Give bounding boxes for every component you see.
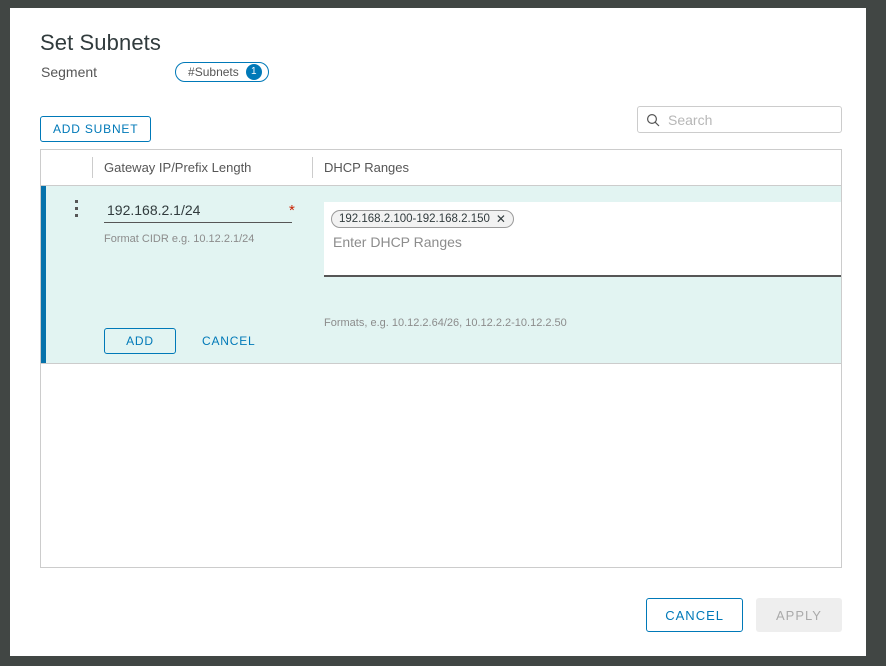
search-icon (646, 113, 660, 127)
row-action-buttons: ADD CANCEL (104, 328, 261, 354)
table-header-row: Gateway IP/Prefix Length DHCP Ranges (41, 150, 841, 186)
row-add-button[interactable]: ADD (104, 328, 176, 354)
desktop-background: Set Subnets Segment #Subnets 1 ADD SUBNE… (0, 0, 886, 666)
column-divider (92, 157, 93, 178)
segment-row: Segment #Subnets 1 (41, 62, 269, 82)
subnets-count-badge: 1 (245, 64, 262, 80)
row-cancel-button[interactable]: CANCEL (196, 333, 261, 349)
dialog-body: Set Subnets Segment #Subnets 1 ADD SUBNE… (10, 8, 866, 656)
subnets-table: Gateway IP/Prefix Length DHCP Ranges * F… (40, 149, 842, 568)
column-header-gateway: Gateway IP/Prefix Length (104, 160, 252, 175)
page-title: Set Subnets (40, 30, 161, 55)
search-input[interactable] (666, 110, 830, 129)
subnets-badge-pill[interactable]: #Subnets 1 (175, 62, 269, 82)
apply-button: APPLY (756, 598, 842, 632)
subnets-pill-label: #Subnets (188, 65, 239, 79)
table-row-editing: * Format CIDR e.g. 10.12.2.1/24 192.168.… (41, 186, 841, 364)
dhcp-range-chip[interactable]: 192.168.2.100-192.168.2.150 ✕ (331, 210, 514, 228)
set-subnets-dialog: Set Subnets Segment #Subnets 1 ADD SUBNE… (10, 8, 866, 656)
segment-label: Segment (41, 64, 98, 80)
kebab-menu-icon[interactable] (69, 200, 83, 221)
cancel-button[interactable]: CANCEL (646, 598, 743, 632)
add-subnet-button[interactable]: ADD SUBNET (40, 116, 152, 142)
dialog-footer: CANCEL APPLY (646, 598, 842, 632)
search-box[interactable] (637, 106, 842, 133)
gateway-hint-text: Format CIDR e.g. 10.12.2.1/24 (104, 233, 255, 245)
column-divider (312, 157, 313, 178)
required-marker: * (289, 202, 295, 219)
row-selection-accent (41, 186, 46, 363)
dhcp-hint-text: Formats, e.g. 10.12.2.64/26, 10.12.2.2-1… (324, 317, 567, 329)
close-icon[interactable]: ✕ (496, 213, 506, 225)
cell-gateway (104, 202, 299, 223)
cell-dhcp: 192.168.2.100-192.168.2.150 ✕ Enter DHCP… (324, 202, 842, 277)
gateway-ip-input[interactable] (104, 202, 292, 223)
dhcp-range-chip-label: 192.168.2.100-192.168.2.150 (339, 213, 490, 225)
dhcp-ranges-input[interactable]: 192.168.2.100-192.168.2.150 ✕ Enter DHCP… (324, 202, 841, 277)
column-header-dhcp: DHCP Ranges (324, 160, 410, 175)
dhcp-placeholder-text: Enter DHCP Ranges (333, 234, 462, 250)
